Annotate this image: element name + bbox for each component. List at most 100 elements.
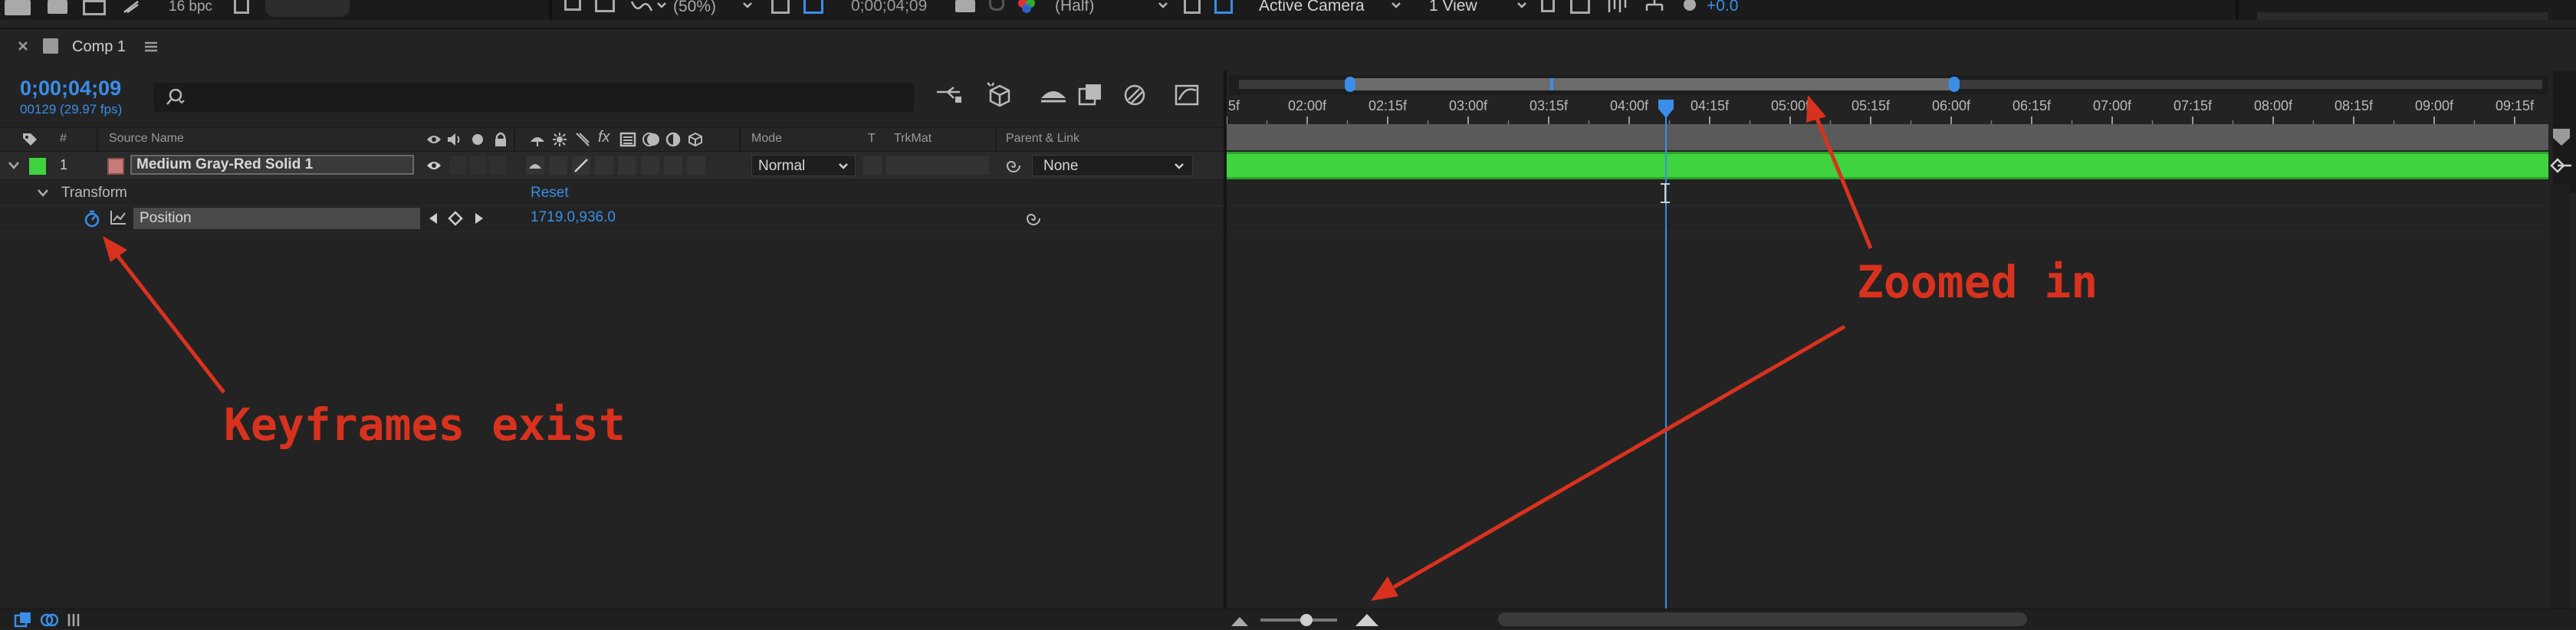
hide-shy-layers-icon[interactable] <box>1038 84 1069 106</box>
frame-blend-switch-icon[interactable] <box>619 132 636 147</box>
adjustment-layer-icon[interactable] <box>665 132 681 147</box>
chevron-down-icon[interactable] <box>37 189 49 198</box>
zoom-out-mountain-icon[interactable] <box>1230 614 1250 628</box>
layer-switches-toggle-icon[interactable] <box>14 612 32 628</box>
effects-toggle[interactable] <box>595 156 613 175</box>
video-visibility-icon[interactable] <box>426 133 442 146</box>
horizontal-scrollbar-thumb[interactable] <box>1498 612 2027 626</box>
layer-out-point-icon[interactable] <box>2547 156 2573 175</box>
current-time-display[interactable]: 0;00;04;09 <box>20 77 121 100</box>
transfer-controls-toggle-icon[interactable] <box>40 612 58 628</box>
quality-toggle[interactable] <box>572 156 590 175</box>
panel-tab[interactable]: Comp 1 <box>0 32 184 64</box>
solo-toggle[interactable] <box>469 156 486 175</box>
position-property-name[interactable]: Position <box>133 208 420 229</box>
pixel-aspect-icon[interactable] <box>1541 0 1555 12</box>
shy-switch-icon[interactable] <box>529 133 546 146</box>
frame-blend-toggle[interactable] <box>618 156 636 175</box>
color-channels-icon[interactable] <box>1017 0 1038 14</box>
audio-toggle[interactable] <box>449 156 466 175</box>
interpret-footage-icon[interactable] <box>5 0 31 15</box>
tab-title[interactable]: Comp 1 <box>72 38 126 56</box>
graph-editor-icon[interactable] <box>1173 83 1202 107</box>
view-layout-dropdown[interactable]: 1 View <box>1429 0 1477 14</box>
time-navigator[interactable] <box>1230 75 2548 95</box>
effects-switch-icon[interactable]: fx <box>598 129 610 146</box>
graph-icon[interactable] <box>109 209 127 226</box>
bit-depth-label[interactable]: 16 bpc <box>169 0 212 14</box>
motion-blur-toggle[interactable] <box>641 156 659 175</box>
next-keyframe-icon[interactable] <box>474 212 485 225</box>
pick-whip-icon[interactable] <box>1024 209 1043 228</box>
render-time-toggle-icon[interactable] <box>66 612 84 628</box>
3d-toggle[interactable] <box>687 156 705 175</box>
panel-tab-stub[interactable] <box>2257 12 2548 20</box>
flowchart-icon[interactable] <box>1644 0 1665 14</box>
viewer-timecode[interactable]: 0;00;04;09 <box>851 0 927 14</box>
layer-row[interactable]: 1 Medium Gray-Red Solid 1 Normal None <box>0 152 1224 180</box>
3d-layer-icon[interactable] <box>687 131 704 148</box>
layer-search-input[interactable] <box>153 83 914 112</box>
magnification-dropdown[interactable]: (50%) <box>673 0 716 15</box>
position-property-row[interactable]: Position 1719.0,936.0 <box>0 205 1224 232</box>
safe-margins-icon[interactable] <box>771 0 790 14</box>
solo-icon[interactable] <box>472 134 483 145</box>
composition-mini-flowchart-icon[interactable] <box>934 84 964 106</box>
always-preview-icon[interactable] <box>564 0 581 11</box>
column-mode-header[interactable]: Mode <box>751 132 782 146</box>
resolution-dropdown[interactable]: (Half) <box>1055 0 1094 14</box>
position-value[interactable]: 1719.0,936.0 <box>531 209 616 226</box>
timeline-scrollbar-track[interactable] <box>2550 184 2570 613</box>
exposure-value[interactable]: +0.0 <box>1707 0 1738 14</box>
flowchart-icon[interactable] <box>123 0 140 14</box>
motion-blur-switch-icon[interactable] <box>642 131 661 148</box>
eye-icon[interactable] <box>426 159 442 172</box>
pick-whip-icon[interactable] <box>1004 156 1023 175</box>
exposure-reset-icon[interactable] <box>1681 0 1699 15</box>
stopwatch-icon[interactable] <box>83 209 101 228</box>
new-folder-icon[interactable] <box>48 0 67 14</box>
region-of-interest-icon[interactable] <box>803 0 823 14</box>
shy-toggle[interactable] <box>526 156 544 175</box>
column-source-name-header[interactable]: Source Name <box>109 132 184 146</box>
transform-group-row[interactable]: Transform Reset <box>0 181 1224 206</box>
menu-icon[interactable] <box>144 41 158 52</box>
navigator-end-handle[interactable] <box>1949 77 1960 92</box>
column-parent-header[interactable]: Parent & Link <box>1006 132 1079 146</box>
motion-blur-icon[interactable] <box>1121 83 1148 107</box>
blend-mode-dropdown[interactable]: Normal <box>751 155 856 176</box>
column-number-header[interactable]: # <box>60 132 67 146</box>
zoom-slider-track[interactable] <box>1260 619 1337 622</box>
collapse-switch-icon[interactable] <box>552 132 567 147</box>
transparency-grid-icon[interactable] <box>1214 0 1233 14</box>
zoom-slider-thumb[interactable] <box>1300 614 1313 626</box>
close-icon[interactable] <box>17 40 29 52</box>
navigator-range[interactable] <box>1349 78 1955 90</box>
timeline-icon[interactable] <box>1607 0 1627 14</box>
navigator-start-handle[interactable] <box>1345 77 1355 92</box>
fast-preview-icon[interactable] <box>1184 0 1201 14</box>
adjustment-toggle[interactable] <box>664 156 682 175</box>
new-comp-icon[interactable] <box>83 0 106 15</box>
show-snapshot-icon[interactable] <box>989 0 1004 11</box>
collapse-toggle[interactable] <box>549 156 567 175</box>
time-ruler[interactable]: 5f 02:00f 02:15f 03:00f 03:15f 04:00f 04:15f 05… <box>1227 95 2548 124</box>
preserve-transparency-toggle[interactable] <box>863 156 882 175</box>
camera-snapshot-icon[interactable] <box>955 0 975 12</box>
work-area-end-handle[interactable] <box>2550 127 2573 147</box>
chevron-down-icon[interactable] <box>8 161 20 170</box>
parent-dropdown[interactable]: None <box>1032 155 1193 176</box>
work-area-bar[interactable] <box>1227 124 2548 150</box>
zoom-in-mountain-icon[interactable] <box>1354 612 1380 628</box>
lock-toggle[interactable] <box>489 156 506 175</box>
frame-blending-icon[interactable] <box>1076 83 1104 107</box>
reset-link[interactable]: Reset <box>531 185 569 202</box>
draft-3d-icon[interactable] <box>984 81 1015 107</box>
camera-view-dropdown[interactable]: Active Camera <box>1259 0 1365 14</box>
layer-name[interactable]: Medium Gray-Red Solid 1 <box>130 155 414 175</box>
project-search-field[interactable] <box>265 0 350 17</box>
trash-icon[interactable] <box>234 0 249 14</box>
monitor-icon[interactable] <box>595 0 615 12</box>
add-keyframe-icon[interactable] <box>448 211 463 226</box>
layer-label-color[interactable] <box>29 158 46 175</box>
